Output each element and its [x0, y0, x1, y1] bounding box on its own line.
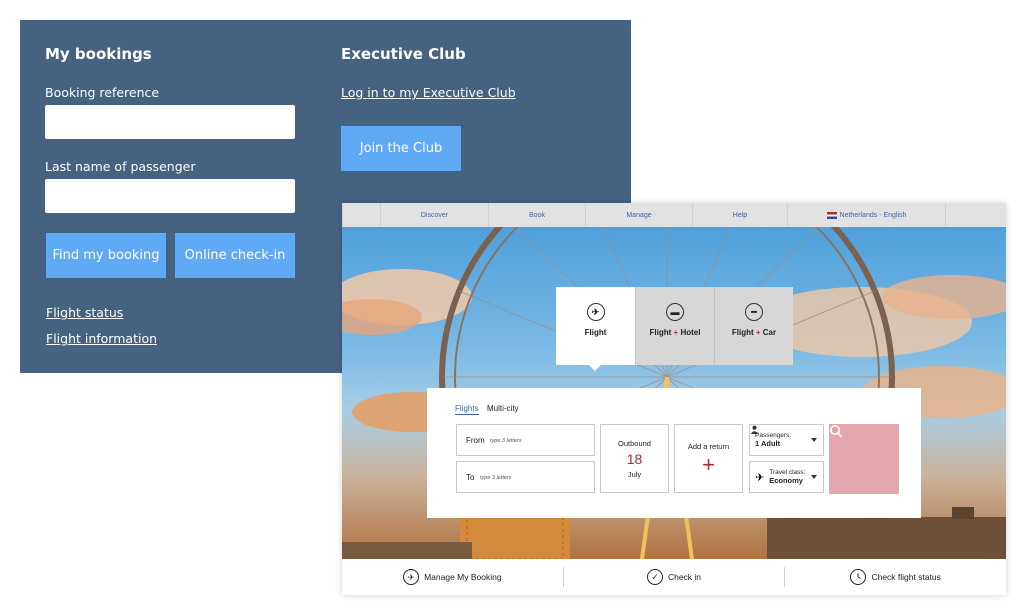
- airplane-icon: ✈: [586, 303, 605, 321]
- nav-language-selector[interactable]: Netherlands - English: [787, 203, 945, 227]
- last-name-input[interactable]: [45, 179, 295, 213]
- airplane-icon: ✈: [403, 569, 420, 585]
- top-navigation: Discover Book Manage Help Netherlands - …: [342, 203, 1006, 227]
- airplane-icon: ✈: [755, 471, 765, 484]
- bed-icon: ▬: [666, 303, 684, 321]
- netherlands-flag-icon: [826, 211, 837, 219]
- last-name-label: Last name of passenger: [45, 159, 196, 174]
- tab-flight[interactable]: ✈ Flight: [556, 287, 635, 371]
- check-flight-status-label: Check flight status: [871, 572, 941, 582]
- outbound-date-field[interactable]: Outbound 18 July: [600, 424, 669, 493]
- language-label: Netherlands - English: [839, 211, 907, 219]
- search-button[interactable]: [829, 424, 899, 494]
- outbound-day: 18: [626, 450, 643, 467]
- tab-flight-car[interactable]: ━ Flight + Car: [714, 287, 793, 365]
- nav-spacer: [945, 203, 1006, 227]
- passengers-text: Passengers: 1 Adult: [755, 431, 792, 448]
- search-icon: [830, 425, 843, 438]
- add-return-label: Add a return: [687, 442, 730, 451]
- nav-discover[interactable]: Discover: [380, 203, 488, 227]
- flight-information-link[interactable]: Flight information: [46, 331, 157, 346]
- nav-manage[interactable]: Manage: [585, 203, 692, 227]
- to-hint: type 3 letters: [480, 475, 512, 481]
- passengers-select[interactable]: Passengers: 1 Adult: [749, 424, 824, 456]
- online-check-in-button[interactable]: Online check-in: [175, 233, 295, 278]
- nav-book[interactable]: Book: [488, 203, 585, 227]
- tab-flight-car-label: Flight + Car: [731, 328, 777, 337]
- flight-search-form: Flights Multi-city From type 3 letters T…: [427, 388, 921, 518]
- mode-tab-flights[interactable]: Flights: [455, 404, 479, 415]
- travel-class-text: Travel class: Economy: [769, 468, 806, 485]
- check-flight-status-link[interactable]: Check flight status: [785, 567, 1006, 587]
- london-eye-hero-image: ✈ Flight ▬ Flight + Hotel ━ Flight + Car…: [342, 227, 1006, 559]
- product-tabs: ✈ Flight ▬ Flight + Hotel ━ Flight + Car: [556, 287, 794, 371]
- booking-reference-input[interactable]: [45, 105, 295, 139]
- tab-flight-hotel[interactable]: ▬ Flight + Hotel: [635, 287, 714, 365]
- add-return-field[interactable]: Add a return +: [674, 424, 743, 493]
- to-label: To: [466, 473, 475, 482]
- chevron-down-icon: [811, 438, 817, 442]
- from-field[interactable]: From type 3 letters: [456, 424, 595, 456]
- my-bookings-title: My bookings: [45, 45, 152, 63]
- find-my-booking-button[interactable]: Find my booking: [46, 233, 166, 278]
- manage-my-booking-label: Manage My Booking: [424, 572, 502, 582]
- join-the-club-button[interactable]: Join the Club: [341, 126, 461, 171]
- checkmark-icon: ✓: [646, 569, 663, 585]
- chevron-down-icon: [811, 475, 817, 479]
- tab-flight-hotel-label: Flight + Hotel: [649, 328, 701, 337]
- nav-help[interactable]: Help: [692, 203, 787, 227]
- executive-club-title: Executive Club: [341, 45, 466, 63]
- from-label: From: [466, 436, 485, 445]
- outbound-label: Outbound: [618, 438, 651, 448]
- executive-club-login-link[interactable]: Log in to my Executive Club: [341, 85, 516, 100]
- tab-flight-label: Flight: [584, 328, 607, 337]
- person-icon: [750, 425, 759, 434]
- mode-tab-multi-city[interactable]: Multi-city: [487, 404, 519, 413]
- check-in-link[interactable]: ✓ Check in: [564, 567, 785, 587]
- outbound-month: July: [627, 469, 642, 479]
- bottom-quick-links: ✈ Manage My Booking ✓ Check in Check fli…: [342, 559, 1006, 595]
- booking-reference-label: Booking reference: [45, 85, 160, 100]
- travel-class-select[interactable]: ✈ Travel class: Economy: [749, 461, 824, 493]
- nav-spacer: [342, 203, 380, 227]
- plus-icon: +: [702, 452, 715, 477]
- car-icon: ━: [745, 303, 763, 321]
- to-field[interactable]: To type 3 letters: [456, 461, 595, 493]
- clock-icon: [850, 569, 867, 585]
- manage-my-booking-link[interactable]: ✈ Manage My Booking: [342, 567, 563, 587]
- booking-site-preview: Discover Book Manage Help Netherlands - …: [342, 203, 1006, 595]
- flight-status-link[interactable]: Flight status: [46, 305, 123, 320]
- from-hint: type 3 letters: [490, 438, 522, 444]
- check-in-label: Check in: [667, 572, 702, 582]
